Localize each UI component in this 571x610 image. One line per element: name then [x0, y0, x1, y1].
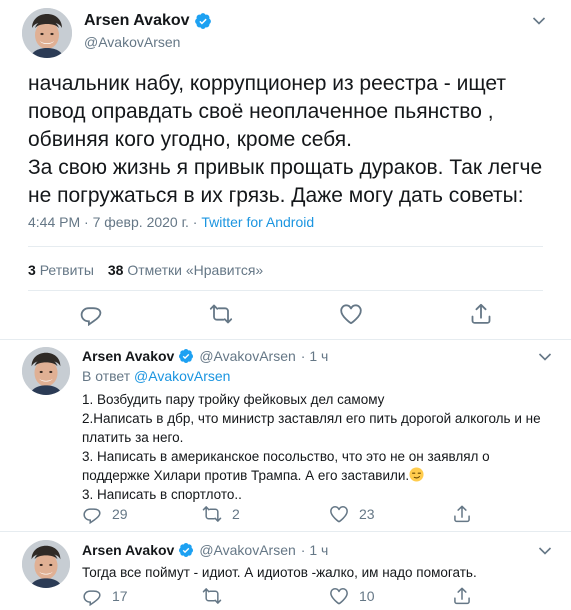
reply-text-line: 3. Написать в американское посольство, ч… [82, 449, 490, 464]
verified-badge-icon [194, 12, 212, 30]
action-bar: 17 10 [0, 586, 571, 610]
like-count: 10 [359, 588, 375, 604]
author-name[interactable]: Arsen Avakov [84, 12, 190, 30]
action-bar: 29 2 23 [0, 504, 571, 528]
chevron-down-icon[interactable] [538, 546, 552, 556]
reply-text-line: поддержке Хилари против Трампа. А его за… [82, 468, 410, 483]
share-icon [452, 586, 472, 606]
like-count: 23 [359, 506, 375, 522]
likes-stat[interactable]: 38 Отметки «Нравится» [108, 262, 263, 278]
tweet-text-line: повод оправдать своё неоплаченное пьянст… [28, 100, 494, 123]
retweet-count: 2 [232, 506, 240, 522]
verified-badge-icon [178, 542, 194, 558]
reply-icon [82, 586, 102, 606]
author-handle[interactable]: @AvakovArsen [84, 34, 180, 50]
action-bar [0, 302, 571, 326]
reply-time[interactable]: · 1 ч [301, 348, 329, 364]
tweet-text: начальник набу, коррупционер из реестра … [28, 70, 558, 210]
reply-button[interactable]: 29 [82, 504, 128, 524]
retweet-button[interactable]: 2 [202, 504, 240, 524]
author-name[interactable]: Arsen Avakov [82, 348, 174, 364]
reply-header: Arsen Avakov @AvakovArsen · 1 ч [82, 542, 328, 558]
avatar[interactable] [22, 8, 72, 58]
like-button[interactable]: 23 [329, 504, 375, 524]
avatar[interactable] [22, 540, 70, 588]
share-button[interactable] [469, 302, 493, 326]
tweet-text-line: За свою жизнь я привык прощать дураков. … [28, 156, 543, 179]
reply-button[interactable]: 17 [82, 586, 128, 606]
like-icon [339, 302, 363, 326]
reply-text-line: 1. Возбудить пару тройку фейковых дел са… [82, 392, 385, 407]
smirk-emoji-icon [409, 467, 424, 482]
tweet-meta: 4:44 PM · 7 февр. 2020 г. · Twitter for … [28, 214, 314, 230]
reply-count: 17 [112, 588, 128, 604]
share-icon [469, 302, 493, 326]
retweet-icon [202, 586, 222, 606]
author-handle[interactable]: @AvakovArsen [199, 542, 295, 558]
retweets-stat[interactable]: 3 Ретвиты [28, 262, 94, 278]
like-button[interactable] [339, 302, 363, 326]
reply-tweet[interactable]: Arsen Avakov @AvakovArsen · 1 ч Тогда вс… [0, 532, 571, 610]
reply-icon [79, 302, 103, 326]
reply-count: 29 [112, 506, 128, 522]
reply-header: Arsen Avakov @AvakovArsen · 1 ч [82, 348, 328, 364]
share-button[interactable] [452, 504, 472, 524]
like-icon [329, 586, 349, 606]
reply-time[interactable]: · 1 ч [301, 542, 329, 558]
reply-button[interactable] [79, 302, 103, 326]
retweets-label: Ретвиты [39, 262, 94, 278]
verified-badge-icon [178, 348, 194, 364]
author-name[interactable]: Arsen Avakov [82, 542, 174, 558]
source-link[interactable]: Twitter for Android [201, 214, 314, 230]
retweet-button[interactable] [202, 586, 222, 606]
like-icon [329, 504, 349, 524]
reply-text-line: 3. Написать в спортлото.. [82, 487, 242, 502]
timestamp[interactable]: 4:44 PM · 7 февр. 2020 г. · [28, 214, 201, 230]
reply-text-line: 2.Написать в дбр, что министр заставлял … [82, 411, 541, 426]
reply-tweet[interactable]: Arsen Avakov @AvakovArsen · 1 ч В ответ … [0, 340, 571, 530]
likes-count: 38 [107, 262, 124, 278]
reply-text: 1. Возбудить пару тройку фейковых дел са… [82, 390, 552, 504]
reply-text: Тогда все поймут - идиот. А идиотов -жал… [82, 563, 552, 582]
reply-text-line: Тогда все поймут - идиот. А идиотов -жал… [82, 565, 477, 580]
tweet-stats: 3 Ретвиты 38 Отметки «Нравится» [28, 262, 263, 278]
retweet-icon [209, 302, 233, 326]
reply-text-line: платить за него. [82, 430, 184, 445]
reply-icon [82, 504, 102, 524]
author-row: Arsen Avakov [84, 12, 212, 30]
reply-to-label: В ответ [82, 368, 131, 384]
share-button[interactable] [452, 586, 472, 606]
tweet-text-line: начальник набу, коррупционер из реестра … [28, 72, 506, 95]
main-tweet: Arsen Avakov @AvakovArsen начальник набу… [0, 0, 571, 340]
retweet-icon [202, 504, 222, 524]
retweet-button[interactable] [209, 302, 233, 326]
reply-to: В ответ @AvakovArsen [82, 368, 230, 384]
tweet-text-line: не погружаться в их грязь. Даже могу дат… [28, 184, 524, 207]
tweet-text-line: обвиняя кого угодно, кроме себя. [28, 128, 352, 151]
like-button[interactable]: 10 [329, 586, 375, 606]
likes-label: Отметки «Нравится» [127, 262, 264, 278]
chevron-down-icon[interactable] [532, 16, 546, 26]
retweets-count: 3 [28, 262, 36, 278]
author-handle[interactable]: @AvakovArsen [199, 348, 295, 364]
divider [28, 246, 543, 247]
chevron-down-icon[interactable] [538, 352, 552, 362]
share-icon [452, 504, 472, 524]
reply-to-handle[interactable]: @AvakovArsen [134, 368, 230, 384]
avatar[interactable] [22, 347, 70, 395]
divider [28, 290, 543, 291]
